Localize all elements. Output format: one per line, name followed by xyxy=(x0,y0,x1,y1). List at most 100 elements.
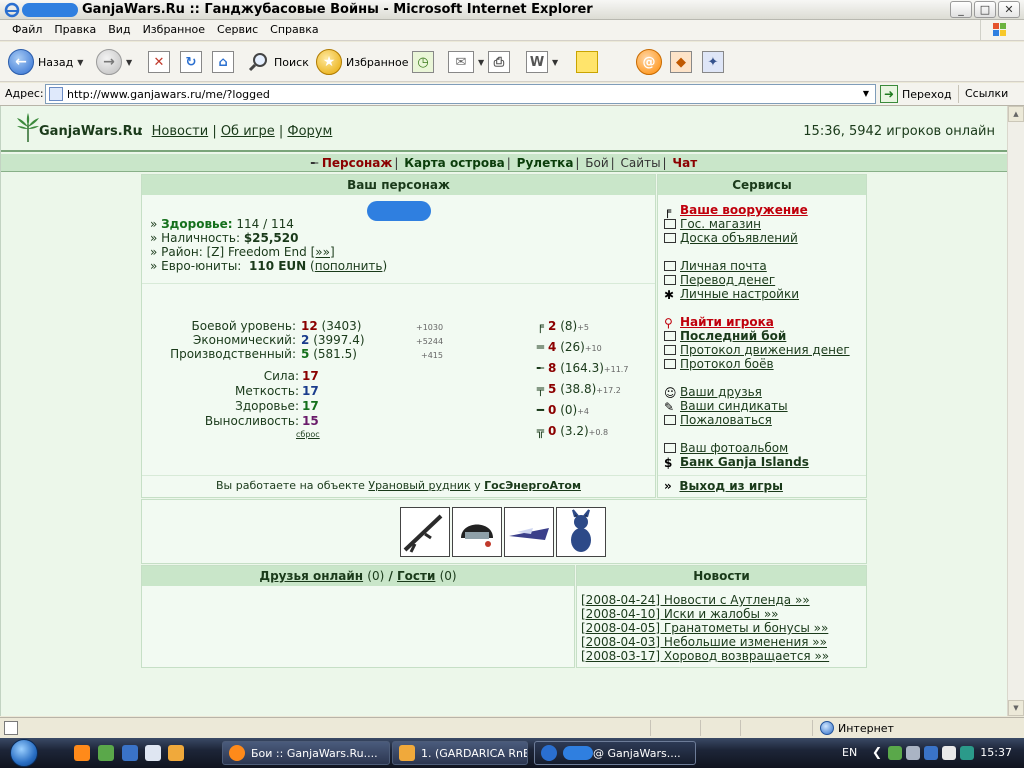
language-indicator[interactable]: EN xyxy=(842,746,857,759)
edit-button[interactable]: W ▼ xyxy=(526,48,558,76)
svc-complain-link[interactable]: Пожаловаться xyxy=(680,413,772,427)
svc-battle-log-link[interactable]: Протокол боёв xyxy=(680,357,774,371)
address-input[interactable]: http://www.ganjawars.ru/me/?logged ▼ xyxy=(45,84,876,104)
tray-network-icon[interactable] xyxy=(906,746,920,760)
equipment-slot-pet[interactable] xyxy=(556,507,606,557)
mail-button[interactable]: ✉ ▼ xyxy=(448,48,484,76)
gamenav-character[interactable]: Персонаж xyxy=(322,156,392,170)
clock[interactable]: 15:37 xyxy=(980,746,1012,759)
equipment-slot-helmet[interactable] xyxy=(452,507,502,557)
stats-reset-link[interactable]: сброс xyxy=(296,430,320,439)
task-ie[interactable]: @ GanjaWars.... xyxy=(534,741,696,765)
svc-mail[interactable]: Личная почта xyxy=(664,259,767,273)
svc-photo-link[interactable]: Ваш фотоальбом xyxy=(680,441,788,455)
friends-online-link[interactable]: Друзья онлайн xyxy=(259,569,363,583)
maximize-button[interactable]: □ xyxy=(974,1,996,18)
vertical-scrollbar[interactable]: ▲ ▼ xyxy=(1007,106,1024,716)
close-button[interactable]: ✕ xyxy=(998,1,1020,18)
firefox-icon[interactable] xyxy=(74,745,90,761)
svc-find-player-link[interactable]: Найти игрока xyxy=(680,315,774,329)
start-button[interactable] xyxy=(10,739,38,767)
nav-news-link[interactable]: Новости xyxy=(152,124,209,139)
svc-board-link[interactable]: Доска объявлений xyxy=(680,231,798,245)
media-player-icon[interactable] xyxy=(145,745,161,761)
task-music[interactable]: 1. (GARDARICA RnB... xyxy=(392,741,528,765)
address-dropdown-icon[interactable]: ▼ xyxy=(859,86,873,102)
tray-app-icon[interactable] xyxy=(888,746,902,760)
tray-volume-icon[interactable] xyxy=(942,746,956,760)
svc-settings[interactable]: ✱ Личные настройки xyxy=(664,287,799,302)
svc-transfer-link[interactable]: Перевод денег xyxy=(680,273,775,287)
svc-syndicates-link[interactable]: Ваши синдикаты xyxy=(680,399,788,413)
scroll-up-icon[interactable]: ▲ xyxy=(1008,106,1024,122)
equipment-slot-rifle[interactable] xyxy=(400,507,450,557)
gamenav-roulette[interactable]: Рулетка xyxy=(517,156,574,170)
work-object-link[interactable]: Урановый рудник xyxy=(368,479,470,492)
print-button[interactable]: ⎙ xyxy=(488,48,510,76)
equipment-slot-boat[interactable] xyxy=(504,507,554,557)
menu-file[interactable]: Файл xyxy=(6,23,48,36)
menu-tools[interactable]: Сервис xyxy=(211,23,264,36)
app-icon[interactable] xyxy=(168,745,184,761)
stop-button[interactable]: ✕ xyxy=(148,48,170,76)
svc-bank-link[interactable]: Банк Ganja Islands xyxy=(680,455,809,469)
history-button[interactable]: ◷ xyxy=(412,48,434,76)
news-link-2[interactable]: [2008-04-10] Иски и жалобы »» xyxy=(581,607,779,621)
svc-bank[interactable]: $ Банк Ganja Islands xyxy=(664,455,809,470)
news-link-5[interactable]: [2008-03-17] Хоровод возвращается »» xyxy=(581,649,829,663)
menu-help[interactable]: Справка xyxy=(264,23,324,36)
work-company-link[interactable]: ГосЭнергоАтом xyxy=(484,479,581,492)
news-link-3[interactable]: [2008-04-05] Гранатометы и бонусы »» xyxy=(581,621,828,635)
task-battles[interactable]: Бои :: GanjaWars.Ru.... xyxy=(222,741,390,765)
svc-mail-link[interactable]: Личная почта xyxy=(680,259,767,273)
svc-transfer[interactable]: Перевод денег xyxy=(664,273,775,287)
tray-service-icon[interactable] xyxy=(960,746,974,760)
back-dropdown-icon[interactable]: ▼ xyxy=(77,58,83,67)
desktop-icon[interactable] xyxy=(122,745,138,761)
tray-expand-icon[interactable]: ❮ xyxy=(872,745,882,759)
tray-monitor-icon[interactable] xyxy=(924,746,938,760)
gamenav-battle[interactable]: Бой xyxy=(585,156,608,170)
svc-friends[interactable]: ☺ Ваши друзья xyxy=(664,385,762,400)
news-link-1[interactable]: [2008-04-24] Новости с Аутленда »» xyxy=(581,593,810,607)
svc-shop-link[interactable]: Гос. магазин xyxy=(680,217,761,231)
svc-complain[interactable]: Пожаловаться xyxy=(664,413,772,427)
scroll-down-icon[interactable]: ▼ xyxy=(1008,700,1024,716)
gamenav-sites[interactable]: Сайты xyxy=(621,156,661,170)
nav-forum-link[interactable]: Форум xyxy=(287,124,332,139)
district-link[interactable]: [»»] xyxy=(311,245,335,259)
menu-edit[interactable]: Правка xyxy=(48,23,102,36)
mail-dropdown-icon[interactable]: ▼ xyxy=(478,58,484,67)
svc-weapons-link[interactable]: Ваше вооружение xyxy=(680,203,808,217)
menu-favorites[interactable]: Избранное xyxy=(137,23,211,36)
gamenav-map[interactable]: Карта острова xyxy=(404,156,505,170)
svc-battle-log[interactable]: Протокол боёв xyxy=(664,357,774,371)
svc-money-log[interactable]: Протокол движения денег xyxy=(664,343,850,357)
forward-dropdown-icon[interactable]: ▼ xyxy=(126,58,132,67)
minimize-button[interactable]: _ xyxy=(950,1,972,18)
svc-settings-link[interactable]: Личные настройки xyxy=(680,287,799,301)
news-link-4[interactable]: [2008-04-03] Небольшие изменения »» xyxy=(581,635,827,649)
address-url[interactable]: http://www.ganjawars.ru/me/?logged xyxy=(67,88,270,101)
svc-exit[interactable]: » Выход из игры xyxy=(664,479,783,493)
svc-shop[interactable]: Гос. магазин xyxy=(664,217,761,231)
svc-friends-link[interactable]: Ваши друзья xyxy=(680,385,762,399)
links-button[interactable]: Ссылки xyxy=(958,85,1008,103)
go-button[interactable]: ➜ Переход xyxy=(880,85,952,103)
svc-find-player[interactable]: ⚲ Найти игрока xyxy=(664,315,774,330)
exit-link[interactable]: Выход из игры xyxy=(679,479,783,493)
forward-button[interactable]: → ▼ xyxy=(96,48,132,76)
svc-last-battle-link[interactable]: Последний бой xyxy=(680,329,786,343)
gamenav-chat[interactable]: Чат xyxy=(672,156,697,170)
tools-button[interactable]: ✦ xyxy=(702,48,724,76)
search-button[interactable]: Поиск xyxy=(248,48,309,76)
edit-dropdown-icon[interactable]: ▼ xyxy=(552,58,558,67)
messenger-button[interactable]: @ xyxy=(636,48,662,76)
svc-board[interactable]: Доска объявлений xyxy=(664,231,798,245)
favorites-button[interactable]: ★ Избранное xyxy=(316,48,408,76)
svc-photo[interactable]: Ваш фотоальбом xyxy=(664,441,788,455)
research-button[interactable]: ◆ xyxy=(670,48,692,76)
euro-topup-link[interactable]: пополнить xyxy=(315,259,383,273)
back-button[interactable]: ← Назад ▼ xyxy=(8,48,83,76)
home-button[interactable]: ⌂ xyxy=(212,48,234,76)
